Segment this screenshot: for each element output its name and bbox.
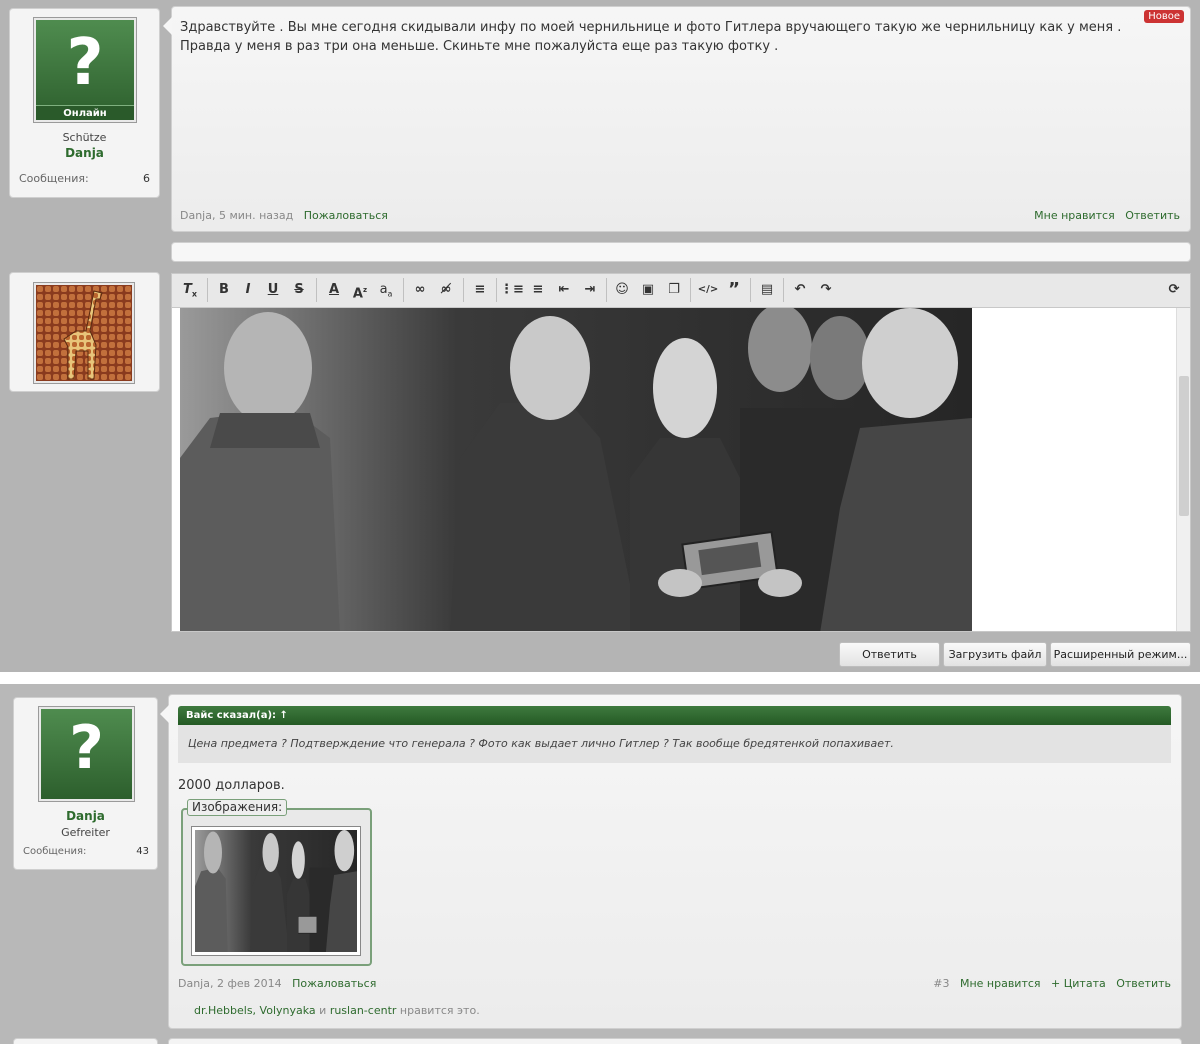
new-badge: Новое: [1144, 10, 1184, 23]
font-family-icon[interactable]: aa: [374, 278, 398, 302]
editor-toolbar: Tx B I U S A Az aa ∞ ∞̸ ≡ ⋮≡ ≡ ⇤ ⇥ ☺ ▣ ❐…: [171, 273, 1191, 307]
toggle-mode-icon[interactable]: ⟳: [1162, 278, 1186, 302]
remove-format-icon[interactable]: Tx: [178, 278, 202, 302]
font-color-icon[interactable]: A: [322, 278, 346, 302]
post-author-date[interactable]: Danja, 2 фев 2014: [178, 977, 282, 990]
user-info-card-post3: ? Danja Gefreiter Сообщения: 43: [13, 697, 158, 870]
code-icon[interactable]: </>: [696, 278, 720, 302]
save-draft-icon[interactable]: ▤: [755, 278, 779, 302]
message-arrow: [160, 705, 169, 723]
quote-icon[interactable]: ”: [722, 278, 746, 302]
avatar[interactable]: ? Онлайн: [34, 18, 136, 122]
unlink-icon[interactable]: ∞̸: [434, 278, 458, 302]
reply-button[interactable]: Ответить: [839, 642, 940, 667]
align-icon[interactable]: ≡: [468, 278, 492, 302]
message-text-line1: Здравствуйте . Вы мне сегодня скидывали …: [180, 20, 1122, 35]
undo-icon[interactable]: ↶: [788, 278, 812, 302]
messages-count: 6: [143, 172, 150, 185]
post3-body: 2000 долларов.: [178, 778, 285, 793]
message-actions: Мне нравится Ответить: [1034, 209, 1180, 222]
username[interactable]: Danja: [10, 146, 159, 160]
scroll-thumb[interactable]: [1179, 376, 1189, 516]
online-badge: Онлайн: [36, 105, 134, 120]
divider-bar: [171, 242, 1191, 262]
messages-count-post3: 43: [136, 846, 149, 857]
message-card: Новое Здравствуйте . Вы мне сегодня скид…: [163, 6, 1191, 232]
likes-users[interactable]: dr.Hebbels, Volynyaka: [194, 1004, 316, 1017]
font-size-icon[interactable]: Az: [348, 278, 372, 302]
underline-icon[interactable]: U: [261, 278, 285, 302]
hitler-inkwell-photo: [180, 308, 972, 631]
user-rank-post3: Gefreiter: [61, 826, 110, 839]
quote-header[interactable]: Вайс сказал(а): ↑: [178, 706, 1171, 725]
message-actions-post3: #3 Мне нравится + Цитата Ответить: [933, 977, 1171, 990]
indent-icon[interactable]: ⇥: [578, 278, 602, 302]
image-icon[interactable]: ▣: [636, 278, 660, 302]
attachments-label: Изображения:: [187, 799, 288, 816]
editor-scrollbar[interactable]: [1176, 308, 1190, 631]
reply-user-card: [9, 272, 160, 392]
next-post-card: [13, 1038, 158, 1044]
user-rank: Schütze: [62, 131, 107, 144]
report-link[interactable]: Пожаловаться: [292, 977, 376, 990]
bold-icon[interactable]: B: [212, 278, 236, 302]
outdent-icon[interactable]: ⇤: [552, 278, 576, 302]
attachments-box: [181, 808, 372, 966]
media-icon[interactable]: ❐: [662, 278, 686, 302]
attachment-thumbnail[interactable]: [191, 826, 361, 956]
link-icon[interactable]: ∞: [408, 278, 432, 302]
giraffe-image: [36, 285, 132, 381]
smiley-icon[interactable]: ☺: [610, 278, 634, 302]
bullet-list-icon[interactable]: ⋮≡: [500, 278, 524, 302]
user-info-card: ? Онлайн Schütze Danja Сообщения: 6: [9, 8, 160, 198]
like-link[interactable]: Мне нравится: [960, 977, 1041, 990]
redo-icon[interactable]: ↷: [814, 278, 838, 302]
like-link[interactable]: Мне нравится: [1034, 209, 1115, 222]
likes-and: и: [319, 1004, 327, 1017]
report-link[interactable]: Пожаловаться: [304, 209, 388, 222]
strikethrough-icon[interactable]: S: [287, 278, 311, 302]
reply-link[interactable]: Ответить: [1116, 977, 1171, 990]
number-list-icon[interactable]: ≡: [526, 278, 550, 302]
quote-link[interactable]: + Цитата: [1051, 977, 1106, 990]
likes-user3[interactable]: ruslan-centr: [330, 1004, 397, 1017]
messages-label: Сообщения:: [19, 172, 89, 185]
question-mark-icon: ?: [66, 26, 104, 100]
likes-summary: dr.Hebbels, Volynyaka и ruslan-centr нра…: [194, 1004, 480, 1017]
question-mark-icon: ?: [69, 713, 104, 783]
likes-suffix: нравится это.: [399, 1004, 480, 1017]
upload-file-button[interactable]: Загрузить файл: [943, 642, 1047, 667]
post-author-date[interactable]: Danja, 5 мин. назад: [180, 209, 293, 222]
avatar-post3[interactable]: ?: [39, 707, 134, 801]
messages-label-post3: Сообщения:: [23, 846, 87, 857]
avatar-giraffe[interactable]: [34, 283, 134, 383]
message-text-line2: Правда у меня в раз три она меньше. Скин…: [180, 39, 779, 54]
advanced-mode-button[interactable]: Расширенный режим...: [1050, 642, 1191, 667]
attachment-photo: [195, 830, 357, 952]
username-post3[interactable]: Danja: [14, 809, 157, 823]
post-number[interactable]: #3: [933, 977, 949, 990]
italic-icon[interactable]: I: [236, 278, 260, 302]
message-meta: Danja, 5 мин. назад Пожаловаться: [180, 209, 388, 222]
message-arrow: [163, 17, 172, 35]
next-message-card: [168, 1038, 1182, 1044]
message-meta-post3: Danja, 2 фев 2014 Пожаловаться: [178, 977, 376, 990]
editor-content[interactable]: [171, 307, 1191, 632]
quote-text: Цена предмета ? Подтверждение что генера…: [178, 725, 1171, 763]
reply-link[interactable]: Ответить: [1125, 209, 1180, 222]
